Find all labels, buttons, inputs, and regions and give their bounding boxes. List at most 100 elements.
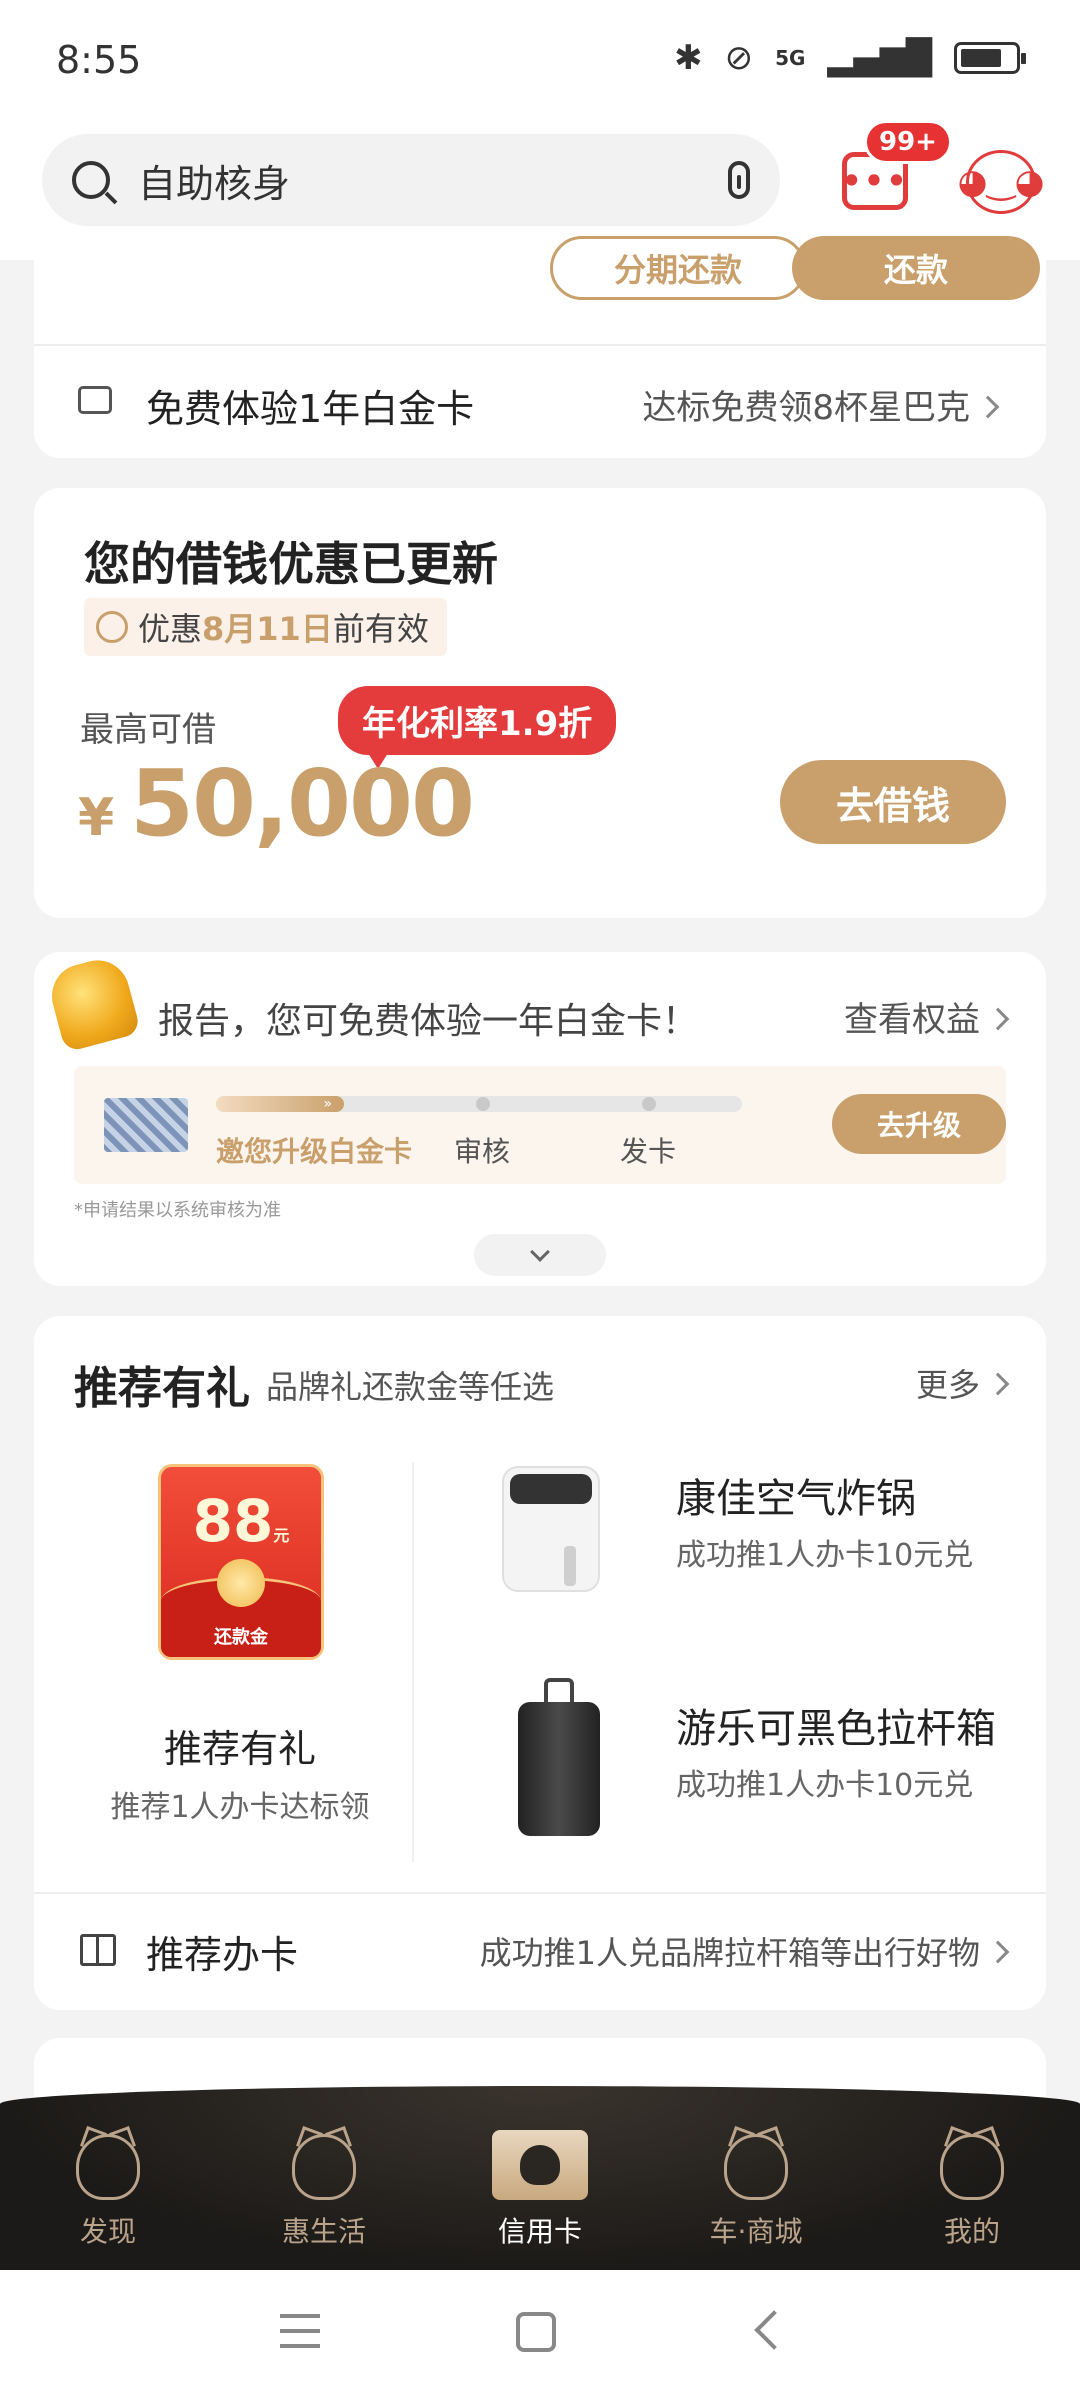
search-text: 自助核身: [138, 161, 291, 206]
promo-date: 8月11日: [202, 610, 333, 648]
suitcase-handle: [544, 1678, 574, 1702]
divider: [412, 1462, 414, 1862]
bell-icon: [44, 953, 142, 1053]
air-fryer-image[interactable]: [502, 1466, 600, 1592]
platinum-trial-link-text: 达标免费领8杯星巴克: [642, 388, 970, 428]
card-icon: [78, 386, 112, 414]
recommend-gift-title[interactable]: 推荐有礼: [34, 1718, 446, 1773]
nav-item-car-mall[interactable]: 车·商城: [666, 2134, 846, 2250]
step-invite: 邀您升级白金卡: [216, 1135, 413, 1168]
view-rights-link[interactable]: 查看权益: [844, 992, 1010, 1041]
signal-icon: ▂▄▆█: [827, 38, 932, 78]
view-rights-text: 查看权益: [844, 1000, 980, 1040]
timer-icon: [96, 611, 128, 643]
upgrade-button[interactable]: 去升级: [832, 1094, 1006, 1154]
product-title[interactable]: 康佳空气炸锅: [676, 1466, 916, 1524]
discover-cat-icon: [76, 2134, 140, 2200]
rate-tag: 年化利率1.9折: [338, 686, 617, 769]
platinum-card-thumbnail: [104, 1098, 188, 1152]
nav-label: 信用卡: [497, 2215, 582, 2248]
recommend-more-text: 更多: [915, 1366, 980, 1404]
home-icon[interactable]: [516, 2312, 556, 2352]
platinum-trial-link[interactable]: 达标免费领8杯星巴克: [642, 380, 1000, 429]
profile-cat-icon: [940, 2134, 1004, 2200]
progress-dot-issue: [642, 1097, 656, 1111]
nav-item-life[interactable]: 惠生活: [234, 2134, 414, 2250]
product-title[interactable]: 游乐可黑色拉杆箱: [676, 1696, 996, 1754]
loan-offer-card: 您的借钱优惠已更新 优惠 8月11日 前有效 最高可借 年化利率1.9折 ¥ 5…: [34, 488, 1046, 918]
repay-button[interactable]: 还款: [792, 236, 1040, 300]
battery-icon: [954, 42, 1026, 74]
gift-icon: [80, 1934, 116, 1966]
red-packet-amount-value: 88: [192, 1487, 274, 1555]
red-packet-image[interactable]: 88元 还款金: [158, 1464, 324, 1660]
promo-prefix: 优惠: [138, 610, 203, 648]
recommend-card-link[interactable]: 成功推1人兑品牌拉杆箱等出行好物: [479, 1928, 1010, 1974]
search-bar[interactable]: 自助核身: [42, 134, 780, 226]
product-sub: 成功推1人办卡10元兑: [676, 1538, 974, 1573]
divider: [34, 1892, 1046, 1894]
recommend-card-label[interactable]: 推荐办卡: [146, 1924, 298, 1979]
product-sub: 成功推1人办卡10元兑: [676, 1768, 974, 1803]
bluetooth-icon: ✱: [674, 38, 703, 78]
bottom-nav: 发现 惠生活 信用卡 车·商城 我的: [0, 2086, 1080, 2270]
coin-icon: [217, 1559, 265, 1607]
red-packet-unit: 元: [273, 1526, 290, 1545]
mute-icon: ⊘: [724, 38, 754, 78]
disclaimer: *申请结果以系统审核为准: [74, 1200, 281, 1221]
expand-button[interactable]: [474, 1234, 606, 1276]
nav-label: 车·商城: [709, 2215, 803, 2248]
menu-icon[interactable]: [280, 2314, 320, 2348]
microphone-icon[interactable]: [728, 161, 750, 199]
promo-suffix: 前有效: [332, 610, 429, 648]
car-mall-cat-icon: [724, 2134, 788, 2200]
upgrade-progress: » 邀您升级白金卡 审核 发卡 去升级: [74, 1066, 1006, 1184]
credit-card-cat-icon: [492, 2130, 588, 2200]
fryer-handle: [564, 1546, 576, 1586]
max-borrow-label: 最高可借: [80, 710, 216, 750]
divider: [34, 344, 1046, 346]
chevron-right-icon: [986, 1372, 1010, 1396]
borrow-button[interactable]: 去借钱: [780, 760, 1006, 844]
nav-label: 发现: [79, 2215, 136, 2248]
chevron-down-icon: [530, 1242, 550, 1262]
nav-item-discover[interactable]: 发现: [18, 2134, 198, 2250]
chevron-right-icon: [986, 1007, 1010, 1030]
back-icon[interactable]: [754, 2310, 794, 2350]
message-badge: 99+: [864, 120, 952, 164]
progress-dot-review: [476, 1097, 490, 1111]
loan-title: 您的借钱优惠已更新: [84, 537, 498, 591]
avatar-icon[interactable]: ◕‿◕: [958, 150, 1044, 214]
fryer-top: [510, 1474, 592, 1504]
message-dots: •••: [841, 162, 909, 200]
red-packet-label: 还款金: [214, 1627, 268, 1648]
step-issue: 发卡: [620, 1135, 677, 1168]
system-nav-bar: [0, 2270, 1080, 2400]
recommend-subtitle: 品牌礼还款金等任选: [266, 1368, 555, 1406]
platinum-trial-label[interactable]: 免费体验1年白金卡: [146, 378, 474, 433]
recommend-card: 推荐有礼 品牌礼还款金等任选 更多 88元 还款金 推荐有礼 推荐1人办卡达标领…: [34, 1316, 1046, 2010]
recommend-card-link-text: 成功推1人兑品牌拉杆箱等出行好物: [479, 1934, 980, 1972]
step-review: 审核: [454, 1135, 511, 1168]
red-packet-amount: 88元: [161, 1487, 321, 1555]
chevron-right-icon: [986, 1940, 1010, 1964]
status-bar: 8:55 ✱ ⊘ 5G ▂▄▆█: [0, 0, 1080, 120]
currency-symbol: ¥: [78, 788, 115, 848]
status-time: 8:55: [56, 38, 142, 82]
nav-label: 我的: [943, 2215, 1000, 2248]
status-icons: ✱ ⊘ 5G ▂▄▆█: [674, 38, 1026, 78]
recommend-title: 推荐有礼: [74, 1363, 250, 1414]
repay-card: 分期还款 还款 免费体验1年白金卡 达标免费领8杯星巴克: [34, 236, 1046, 458]
life-cat-icon: [292, 2134, 356, 2200]
progress-fill: »: [216, 1096, 344, 1112]
nav-item-credit-card[interactable]: 信用卡: [450, 2130, 630, 2250]
nav-label: 惠生活: [281, 2215, 366, 2248]
network-label: 5G: [775, 46, 806, 70]
nav-item-profile[interactable]: 我的: [882, 2134, 1062, 2250]
promo-tag: 优惠 8月11日 前有效: [84, 598, 447, 656]
search-icon: [72, 161, 110, 199]
loan-amount: 50,000: [130, 750, 475, 857]
suitcase-image[interactable]: [518, 1678, 600, 1836]
recommend-more-link[interactable]: 更多: [915, 1360, 1010, 1406]
installment-button[interactable]: 分期还款: [550, 236, 806, 300]
